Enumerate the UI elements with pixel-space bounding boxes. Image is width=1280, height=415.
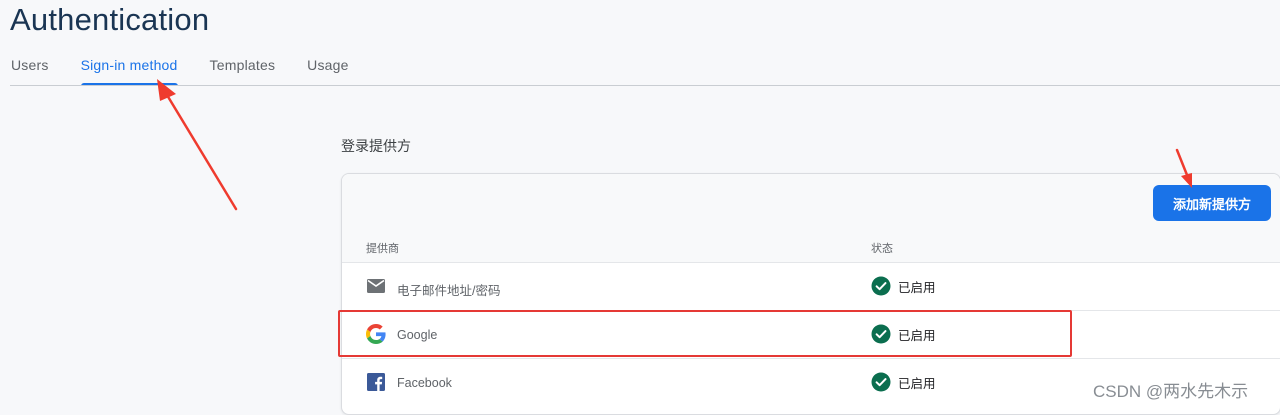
status-badge: 已启用 (871, 372, 936, 392)
status-badge: 已启用 (871, 276, 936, 296)
tab-templates[interactable]: Templates (210, 52, 276, 86)
card-header (342, 174, 1280, 262)
tabs-divider (10, 85, 1280, 86)
check-circle-icon (871, 372, 891, 392)
section-title: 登录提供方 (341, 138, 411, 154)
add-provider-button[interactable]: 添加新提供方 (1153, 185, 1271, 221)
status-column-header: 状态 (871, 243, 893, 255)
email-icon (367, 279, 385, 293)
tab-users[interactable]: Users (11, 52, 49, 86)
tab-usage[interactable]: Usage (307, 52, 348, 86)
arrow-to-sign-in-tab-annotation (157, 79, 238, 211)
tab-sign-in-method[interactable]: Sign-in method (80, 52, 178, 86)
provider-name: Facebook (397, 376, 452, 390)
status-text: 已启用 (898, 376, 936, 391)
facebook-icon (367, 373, 385, 391)
provider-column-header: 提供商 (366, 243, 399, 255)
provider-name: 电子邮件地址/密码 (397, 284, 501, 298)
highlight-box-annotation (338, 310, 1072, 357)
watermark: CSDN @两水先木示 (1093, 382, 1249, 401)
provider-row-email[interactable]: 电子邮件地址/密码 已启用 (342, 262, 1280, 311)
check-circle-icon (871, 276, 891, 296)
page-title: Authentication (10, 2, 210, 37)
tab-bar: Users Sign-in method Templates Usage (11, 52, 381, 86)
status-text: 已启用 (898, 280, 936, 295)
